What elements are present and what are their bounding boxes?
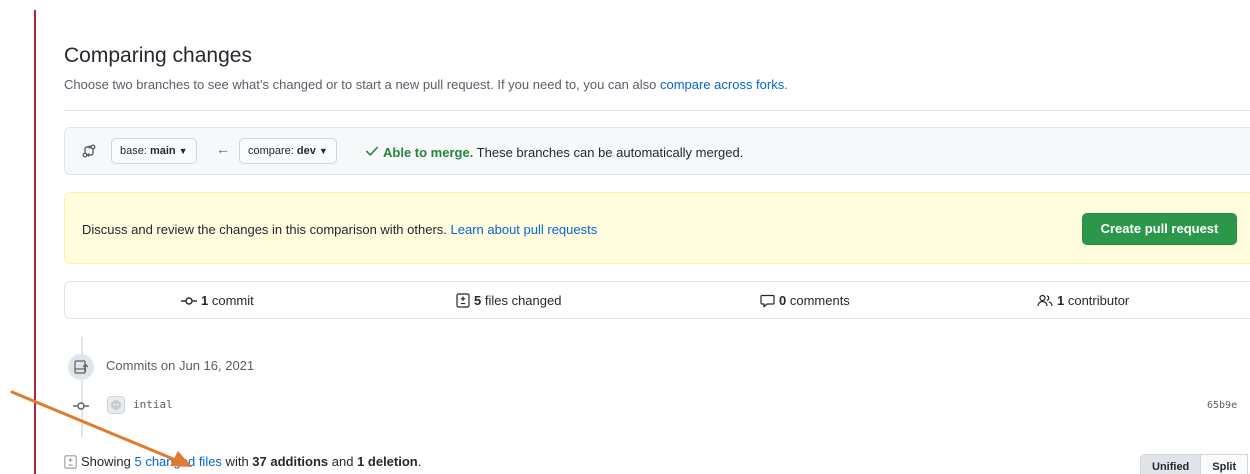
- left-border-rule: [34, 10, 36, 474]
- split-view-button[interactable]: Split: [1201, 454, 1249, 474]
- compare-across-forks-link[interactable]: compare across forks: [660, 77, 784, 92]
- diff-summary: Showing 5 changed files with 37 addition…: [64, 454, 421, 469]
- commits-count-link[interactable]: 1 commit: [181, 293, 254, 308]
- commits-label: commit: [208, 293, 254, 308]
- changed-files-toggle-link[interactable]: 5 changed files: [134, 454, 221, 469]
- header-divider: [64, 110, 1250, 111]
- commit-message-link[interactable]: intial: [133, 398, 173, 411]
- comments-label: comments: [786, 293, 850, 308]
- page-subtitle: Choose two branches to see what’s change…: [64, 77, 788, 92]
- base-branch-name: main: [149, 145, 176, 157]
- people-icon: [1037, 294, 1053, 307]
- file-diff-icon: [456, 293, 470, 308]
- git-commit-icon: [181, 296, 197, 305]
- arrow-left-icon: ←: [216, 141, 230, 157]
- files-label: files changed: [481, 293, 562, 308]
- toc-prefix: Showing: [81, 454, 135, 469]
- compare-branch-name: dev: [296, 145, 316, 157]
- numbers-summary: 1 commit 5 files changed 0 comments 1 co…: [64, 281, 1250, 319]
- repo-push-icon: [68, 354, 94, 380]
- subtitle-end: .: [784, 77, 788, 92]
- pull-request-flash: Discuss and review the changes in this c…: [64, 192, 1250, 264]
- compare-prefix: compare:: [248, 145, 297, 157]
- compare-branch-button[interactable]: compare: dev ▼: [239, 138, 337, 164]
- flash-text: Discuss and review the changes in this c…: [82, 222, 451, 237]
- create-pull-request-button[interactable]: Create pull request: [1082, 213, 1237, 245]
- unified-view-button[interactable]: Unified: [1140, 454, 1202, 474]
- merge-status-detail: These branches can be automatically merg…: [473, 145, 744, 160]
- subtitle-text: Choose two branches to see what’s change…: [64, 77, 660, 92]
- commits-group-date: Commits on Jun 16, 2021: [106, 358, 255, 373]
- deletions-count: 1 deletion: [357, 454, 418, 469]
- learn-about-pull-requests-link[interactable]: Learn about pull requests: [451, 222, 598, 237]
- diff-view-toggle: Unified Split: [1140, 454, 1249, 474]
- git-commit-icon: [73, 402, 89, 410]
- flash-message: Discuss and review the changes in this c…: [82, 222, 597, 237]
- toc-end: .: [417, 454, 422, 469]
- commit-sha-link[interactable]: 65b9e: [1207, 400, 1237, 411]
- page: Comparing changes Choose two branches to…: [0, 0, 1250, 474]
- check-icon: [365, 146, 379, 156]
- commits-timeline-line: [81, 337, 83, 437]
- page-title: Comparing changes: [64, 44, 252, 67]
- additions-count: 37 additions: [252, 454, 329, 469]
- toc-with: with: [221, 454, 253, 469]
- merge-status: Able to merge. These branches can be aut…: [383, 145, 743, 160]
- contributors-count-link[interactable]: 1 contributor: [1037, 293, 1129, 308]
- base-branch-button[interactable]: base: main ▼: [111, 138, 197, 164]
- toc-and: and: [328, 454, 358, 469]
- caret-down-icon: ▼: [178, 146, 188, 156]
- comments-count-link[interactable]: 0 comments: [760, 293, 850, 308]
- base-prefix: base:: [120, 145, 150, 157]
- caret-down-icon: ▼: [318, 146, 328, 156]
- merge-status-ok: Able to merge.: [383, 145, 474, 160]
- github-octocat-icon: [111, 400, 121, 410]
- contributors-label: contributor: [1064, 293, 1130, 308]
- comment-icon: [760, 294, 775, 307]
- range-editor: base: main ▼ ← compare: dev ▼ Able to merg…: [64, 127, 1250, 175]
- file-diff-icon: [64, 454, 77, 469]
- files-changed-link[interactable]: 5 files changed: [456, 293, 561, 308]
- avatar[interactable]: [107, 396, 125, 414]
- git-compare-icon: [82, 144, 96, 158]
